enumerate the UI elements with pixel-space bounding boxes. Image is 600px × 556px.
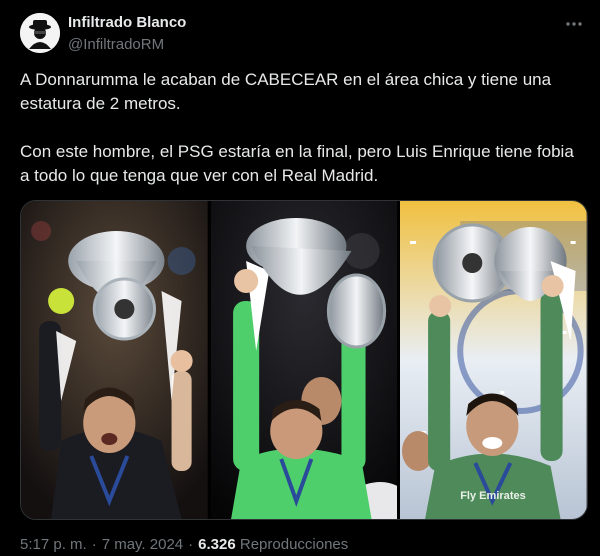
tweet-date[interactable]: 7 may. 2024 [102,536,183,553]
tweet-text: A Donnarumma le acaban de CABECEAR en el… [20,70,574,185]
avatar[interactable] [20,13,60,53]
author-name[interactable]: Infiltrado Blanco [68,14,186,31]
photo-panel-3[interactable]: Fly Emirates [400,201,587,519]
views-count: 6.326 [198,536,236,553]
photo-panel-2[interactable] [210,201,398,519]
more-button[interactable] [562,14,586,34]
photo-panel-1[interactable] [21,201,208,519]
photo-2-image [210,201,398,519]
photo-1-image [21,201,208,519]
more-dots-icon [566,22,582,26]
spy-avatar-icon [20,13,60,53]
tweet-time[interactable]: 5:17 p. m. [20,536,87,553]
meta-separator: · [91,536,97,553]
author-handle[interactable]: @InfiltradoRM [68,36,164,53]
tweet-meta: 5:17 p. m. · 7 may. 2024 · 6.326 Reproduccio… [20,536,348,553]
tweet-media[interactable]: Fly Emirates [20,200,588,520]
photo-3-image: Fly Emirates [400,201,587,519]
shirt-sponsor-text: Fly Emirates [461,490,527,502]
meta-separator-2: · [188,536,194,553]
views-label: Reproducciones [239,536,349,553]
